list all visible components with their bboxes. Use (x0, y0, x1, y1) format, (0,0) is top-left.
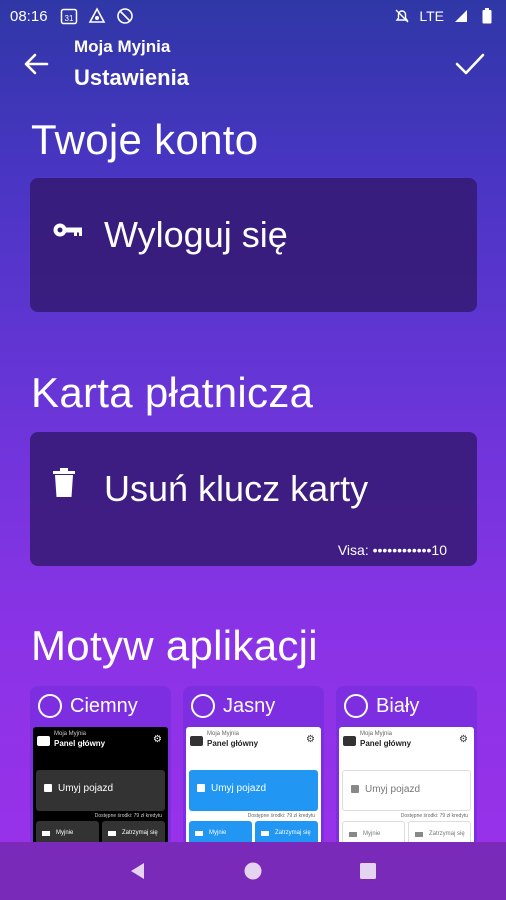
key-icon (415, 832, 423, 837)
preview-title: Panel główny (54, 739, 106, 748)
preview-main-button: Umyj pojazd (36, 770, 165, 811)
key-icon (52, 220, 84, 245)
preview-foot: Dostępne środki: 79 zł kredytu (400, 813, 468, 819)
car-icon (351, 785, 359, 793)
theme-label-light: Jasny (223, 694, 276, 717)
preview-subtitle: Moja Myjnia (54, 731, 87, 737)
preview-btn1-label: Myjnie (363, 831, 381, 837)
back-button[interactable] (18, 46, 54, 82)
app-bar: Moja Myjnia Ustawienia (0, 32, 506, 100)
preview-foot: Dostępne środki: 79 zł kredytu (247, 813, 315, 819)
battery-icon (478, 7, 496, 25)
preview-btn2-label: Zatrzymaj się (122, 830, 158, 836)
notifications-off-icon (393, 7, 411, 25)
car-icon (197, 784, 205, 792)
gear-icon: ⚙ (306, 734, 315, 745)
preview-btn1-label: Myjnie (56, 830, 74, 836)
preview-btn1-label: Myjnie (209, 830, 227, 836)
trash-icon (52, 468, 76, 503)
page-title: Ustawienia (74, 65, 189, 90)
status-time: 08:16 (10, 7, 48, 25)
preview-btn2-label: Zatrzymaj się (429, 831, 465, 837)
nav-back-button[interactable] (124, 857, 152, 885)
theme-option-white[interactable]: Biały Moja Myjnia Panel główny ⚙ Umyj po… (336, 686, 477, 846)
preview-main-label: Umyj pojazd (211, 783, 267, 794)
car-icon (343, 736, 356, 746)
calendar-icon: 31 (60, 7, 78, 25)
car-icon (37, 736, 50, 746)
preview-main-label: Umyj pojazd (365, 784, 421, 795)
check-icon (455, 53, 485, 75)
list-icon (349, 832, 357, 837)
nav-recents-button[interactable] (354, 857, 382, 885)
key-icon (261, 831, 269, 836)
payment-heading: Karta płatnicza (31, 369, 314, 416)
theme-preview-white: Moja Myjnia Panel główny ⚙ Umyj pojazd D… (339, 727, 474, 846)
theme-radio-light[interactable] (191, 694, 215, 718)
preview-title: Panel główny (207, 739, 259, 748)
theme-label-dark: Ciemny (70, 694, 138, 717)
theme-option-dark[interactable]: Ciemny Moja Myjnia Panel główny ⚙ Umyj p… (30, 686, 171, 846)
preview-btn2-label: Zatrzymaj się (275, 830, 311, 836)
signal-icon (452, 7, 470, 25)
triangle-back-icon (130, 863, 144, 879)
remove-card-label: Usuń klucz karty (104, 468, 369, 509)
theme-label-white: Biały (376, 694, 420, 717)
logout-button[interactable]: Wyloguj się (30, 178, 477, 312)
gear-icon: ⚙ (153, 734, 162, 745)
theme-preview-dark: Moja Myjnia Panel główny ⚙ Umyj pojazd D… (33, 727, 168, 846)
preview-main-button: Umyj pojazd (189, 770, 318, 811)
recycle-icon (88, 7, 106, 25)
gear-icon: ⚙ (459, 734, 468, 745)
calendar-badge: 31 (64, 14, 73, 23)
theme-heading: Motyw aplikacji (31, 622, 318, 669)
preview-title: Panel główny (360, 739, 412, 748)
theme-radio-white[interactable] (344, 694, 368, 718)
list-icon (42, 831, 50, 836)
logout-label: Wyloguj się (104, 214, 288, 255)
list-icon (195, 831, 203, 836)
no-disturb-icon (116, 7, 134, 25)
remove-card-key-button[interactable]: Usuń klucz karty Visa: ••••••••••••10 (30, 432, 477, 566)
arrow-back-icon (24, 53, 49, 75)
car-icon (190, 736, 203, 746)
app-name: Moja Myjnia (74, 37, 171, 56)
preview-subtitle: Moja Myjnia (207, 731, 240, 737)
preview-main-label: Umyj pojazd (58, 783, 114, 794)
preview-foot: Dostępne środki: 79 zł kredytu (94, 813, 162, 819)
account-heading: Twoje konto (31, 116, 259, 163)
card-info: Visa: ••••••••••••10 (337, 542, 447, 558)
preview-main-button: Umyj pojazd (342, 770, 471, 811)
car-icon (44, 784, 52, 792)
status-bar: 08:16 31 LTE (0, 0, 506, 32)
theme-radio-dark[interactable] (38, 694, 62, 718)
circle-home-icon (244, 862, 262, 880)
square-recents-icon (360, 863, 377, 879)
system-nav-bar (0, 842, 506, 900)
confirm-button[interactable] (452, 46, 488, 82)
network-type: LTE (419, 8, 444, 24)
theme-option-light[interactable]: Jasny Moja Myjnia Panel główny ⚙ Umyj po… (183, 686, 324, 846)
nav-home-button[interactable] (239, 857, 267, 885)
key-icon (108, 831, 116, 836)
preview-subtitle: Moja Myjnia (360, 731, 393, 737)
theme-preview-light: Moja Myjnia Panel główny ⚙ Umyj pojazd D… (186, 727, 321, 846)
